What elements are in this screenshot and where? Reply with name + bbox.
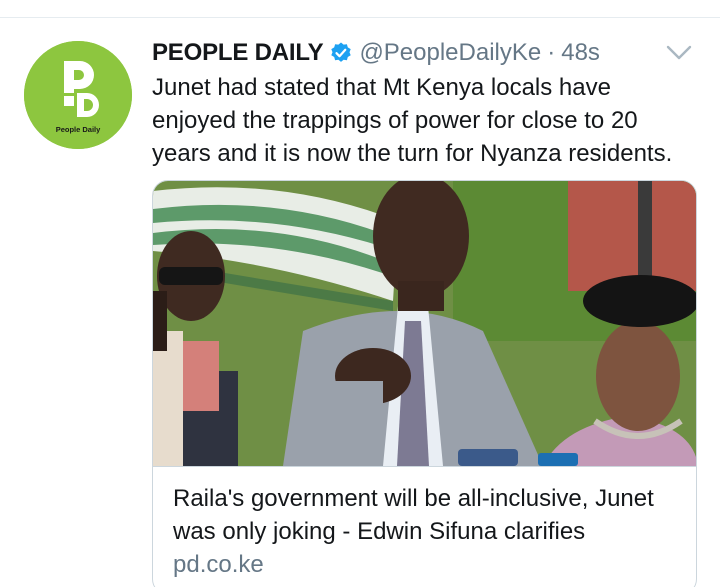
author-handle[interactable]: @PeopleDailyKe [359, 39, 541, 67]
link-card[interactable]: Raila's government will be all-inclusive… [152, 180, 697, 587]
top-divider [0, 17, 720, 18]
avatar[interactable]: People Daily [24, 41, 132, 149]
chevron-down-icon [666, 45, 692, 60]
tweet-header: PEOPLE DAILY @PeopleDailyKe · 48s [152, 36, 600, 70]
avatar-caption: People Daily [56, 125, 101, 134]
card-title[interactable]: Raila's government will be all-inclusive… [173, 482, 688, 548]
display-name[interactable]: PEOPLE DAILY [152, 39, 324, 67]
card-image[interactable] [153, 181, 696, 466]
header-separator: · [547, 39, 556, 66]
people-daily-logo: People Daily [24, 41, 132, 149]
tweet-timestamp[interactable]: 48s [561, 39, 600, 67]
more-options-button[interactable] [664, 42, 694, 64]
card-domain[interactable]: pd.co.ke [173, 550, 264, 580]
card-divider [153, 466, 696, 467]
verified-badge-icon [329, 41, 353, 65]
tweet-text: Junet had stated that Mt Kenya locals ha… [152, 74, 673, 167]
